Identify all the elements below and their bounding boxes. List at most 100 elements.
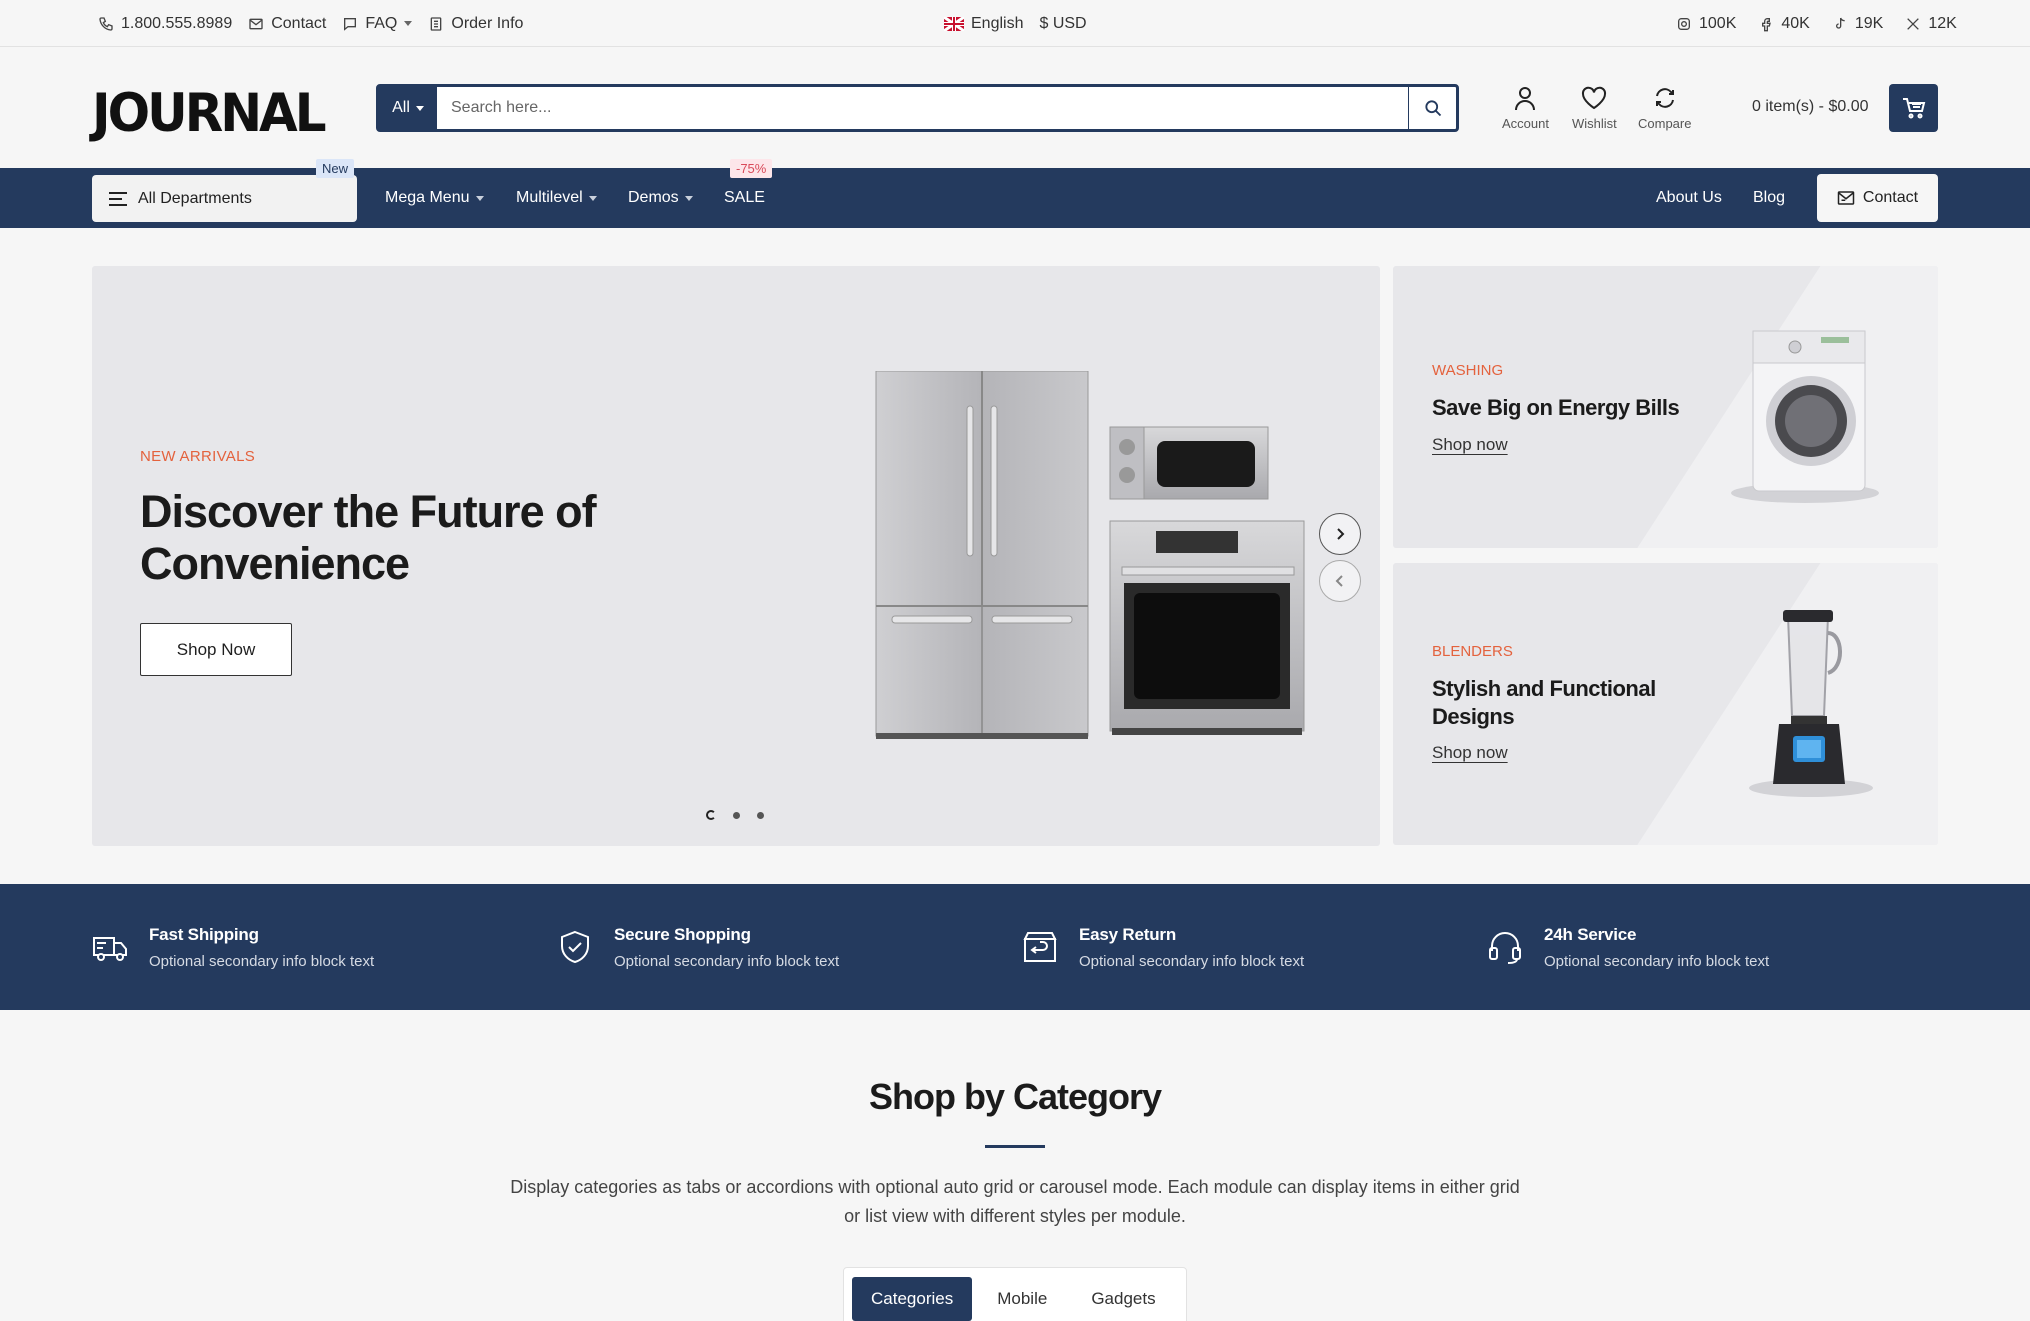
nav-contact-button[interactable]: Contact: [1817, 174, 1938, 222]
headset-icon: [1489, 932, 1521, 964]
chevron-right-icon: [1337, 528, 1345, 540]
compare-link[interactable]: Compare: [1638, 84, 1691, 131]
chevron-down-icon: [415, 105, 424, 111]
feature-title: 24h Service: [1544, 924, 1637, 944]
search-button[interactable]: [1408, 87, 1456, 129]
feature-text: Optional secondary info block text: [1079, 952, 1305, 970]
nav-blog[interactable]: Blog: [1753, 168, 1785, 228]
chevron-down-icon: [404, 21, 413, 26]
chevron-down-icon: [684, 195, 693, 201]
slider-prev-button[interactable]: [1319, 560, 1361, 602]
search-category-dropdown[interactable]: All: [379, 87, 437, 129]
compare-label: Compare: [1638, 116, 1692, 131]
nav-blog-label: Blog: [1753, 189, 1786, 206]
currency-selector[interactable]: $ USD: [1039, 15, 1086, 33]
phone-link[interactable]: 1.800.555.8989: [98, 15, 232, 33]
feature-secure-shopping: Secure Shopping Optional secondary info …: [557, 884, 839, 1010]
top-bar-left: 1.800.555.8989 Contact FAQ Order Info: [98, 0, 539, 47]
hero-slider: NEW ARRIVALS Discover the Future of Conv…: [92, 266, 1380, 846]
cart-button[interactable]: [1889, 84, 1938, 132]
slider-dot[interactable]: [733, 811, 740, 819]
faq-label: FAQ: [365, 14, 398, 32]
hero-eyebrow: NEW ARRIVALS: [140, 448, 256, 465]
chevron-down-icon: [475, 195, 484, 201]
feature-easy-return: Easy Return Optional secondary info bloc…: [1022, 884, 1304, 1010]
heart-icon: [1582, 86, 1607, 110]
facebook-icon: [1762, 17, 1772, 31]
nav-multilevel[interactable]: Multilevel: [516, 168, 597, 228]
blenders-shop-link[interactable]: Shop now: [1432, 743, 1508, 763]
instagram-count: 100K: [1699, 14, 1737, 32]
all-departments-button[interactable]: All Departments: [92, 175, 357, 222]
search-input[interactable]: [437, 87, 1408, 129]
facebook-link[interactable]: 40K: [1758, 14, 1810, 33]
search-icon: [1424, 100, 1441, 117]
slider-dot[interactable]: [757, 811, 764, 819]
language-selector[interactable]: English: [944, 15, 1023, 33]
account-link[interactable]: Account: [1502, 84, 1549, 131]
account-label: Account: [1502, 116, 1549, 131]
feature-title: Secure Shopping: [614, 924, 751, 944]
washing-eyebrow: WASHING: [1432, 362, 1504, 379]
blenders-banner[interactable]: BLENDERS Stylish and Functional Designs …: [1393, 563, 1938, 845]
nav-about-us[interactable]: About Us: [1656, 168, 1722, 228]
feature-text: Optional secondary info block text: [614, 952, 840, 970]
phone-number: 1.800.555.8989: [121, 14, 233, 32]
blenders-eyebrow: BLENDERS: [1432, 643, 1513, 660]
instagram-link[interactable]: 100K: [1676, 15, 1736, 33]
x-icon: [1907, 17, 1920, 30]
compare-arrows-icon: [1655, 88, 1674, 108]
truck-icon: [93, 937, 127, 961]
nav-about-us-label: About Us: [1656, 189, 1722, 206]
x-link[interactable]: 12K: [1905, 14, 1957, 33]
category-tabs: Categories Mobile Gadgets: [843, 1267, 1187, 1321]
uk-flag-icon: [944, 16, 964, 31]
nav-mega-menu[interactable]: Mega Menu: [385, 168, 484, 228]
wishlist-label: Wishlist: [1572, 116, 1617, 131]
menu-icon: [109, 191, 127, 206]
search-category-label: All: [392, 99, 410, 116]
main-nav: All Departments Mega Menu Multilevel Dem…: [0, 168, 2030, 228]
wishlist-link[interactable]: Wishlist: [1572, 84, 1617, 131]
nav-demos[interactable]: Demos: [628, 168, 693, 228]
blender-image: [1749, 610, 1873, 797]
section-title: Shop by Category: [868, 1076, 1162, 1117]
faq-dropdown[interactable]: FAQ: [342, 14, 413, 33]
contact-label: Contact: [271, 14, 327, 32]
washing-shop-link[interactable]: Shop now: [1432, 435, 1508, 455]
nav-contact-label: Contact: [1862, 189, 1919, 206]
order-info-label: Order Info: [451, 14, 524, 32]
tab-gadgets[interactable]: Gadgets: [1072, 1277, 1174, 1321]
order-info-link[interactable]: Order Info: [428, 15, 523, 33]
social-counts: 100K 40K 19K 12K: [1653, 0, 1957, 47]
search-bar: All: [376, 84, 1459, 132]
tab-categories[interactable]: Categories: [852, 1277, 973, 1321]
washing-banner[interactable]: WASHING Save Big on Energy Bills Shop no…: [1393, 266, 1938, 548]
top-bar: 1.800.555.8989 Contact FAQ Order Info En…: [0, 0, 2030, 47]
chevron-down-icon: [588, 195, 597, 201]
x-count: 12K: [1928, 14, 1957, 32]
hero-shop-now-button[interactable]: Shop Now: [140, 623, 292, 676]
feature-24h-service: 24h Service Optional secondary info bloc…: [1487, 884, 1769, 1010]
cart-icon: [1902, 98, 1925, 119]
slider-dot-active[interactable]: [706, 810, 716, 820]
contact-link[interactable]: Contact: [248, 15, 326, 33]
return-box-icon: [1023, 932, 1057, 962]
slider-next-button[interactable]: [1319, 513, 1361, 555]
user-icon: [1515, 87, 1536, 111]
chevron-left-icon: [1335, 575, 1343, 587]
new-badge: New: [316, 159, 355, 178]
mail-icon: [249, 18, 263, 29]
facebook-count: 40K: [1781, 14, 1810, 32]
tiktok-link[interactable]: 19K: [1832, 15, 1883, 33]
logo[interactable]: JOURNAL: [92, 83, 327, 144]
nav-multilevel-label: Multilevel: [516, 189, 583, 206]
tab-mobile[interactable]: Mobile: [978, 1277, 1066, 1321]
shield-check-icon: [561, 930, 589, 964]
cart-summary[interactable]: 0 item(s) - $0.00: [1752, 98, 1868, 116]
instagram-icon: [1678, 17, 1690, 30]
currency-label: $ USD: [1039, 14, 1087, 32]
all-departments-label: All Departments: [138, 189, 252, 207]
phone-icon: [99, 16, 113, 31]
slider-pagination: [706, 810, 764, 820]
